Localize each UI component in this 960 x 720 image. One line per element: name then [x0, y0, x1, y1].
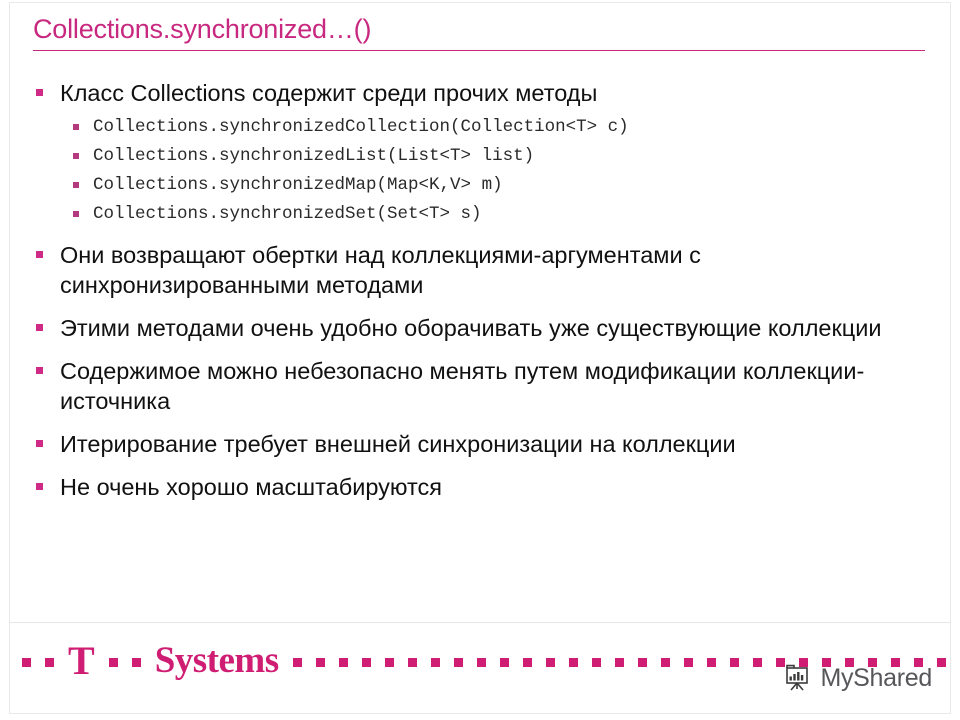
page-title: Collections.synchronized…() — [33, 14, 372, 44]
logo-dot-icon — [131, 657, 141, 667]
bullet-text: Этими методами очень удобно оборачивать … — [60, 315, 882, 341]
bullet-square-icon — [73, 153, 79, 159]
logo-dot-icon — [22, 657, 31, 667]
logo-dot-icon — [591, 657, 601, 667]
bullet-square-icon — [36, 324, 43, 331]
logo-t-letter: T — [68, 638, 95, 683]
bullet-text: Они возвращают обертки над коллекциями-а… — [60, 242, 701, 298]
bullet-square-icon — [73, 124, 79, 130]
logo-dot-icon — [614, 657, 624, 667]
code-line: Collections.synchronizedList(List<T> lis… — [93, 146, 535, 166]
bullet-text: Итерирование требует внешней синхронизац… — [60, 431, 736, 457]
list-item: Не очень хорошо масштабируются — [33, 472, 928, 502]
logo-dot-icon — [660, 657, 670, 667]
bullet-square-icon — [36, 440, 43, 447]
list-item: Collections.synchronizedMap(Map<K,V> m) — [71, 172, 928, 198]
logo-dot-icon — [476, 657, 486, 667]
bullet-list: Класс Collections содержит среди прочих … — [33, 78, 928, 502]
logo-dot-icon — [637, 657, 647, 667]
presentation-board-icon — [786, 664, 809, 691]
logo-dot-icon — [453, 657, 463, 667]
list-item: Collections.synchronizedList(List<T> lis… — [71, 143, 928, 169]
code-sublist: Collections.synchronizedCollection(Colle… — [60, 114, 928, 227]
bullet-square-icon — [36, 89, 43, 96]
list-item: Этими методами очень удобно оборачивать … — [33, 313, 928, 343]
code-line: Collections.synchronizedSet(Set<T> s) — [93, 204, 482, 224]
myshared-watermark: MyShared — [783, 663, 932, 693]
bullet-text: Класс Collections содержит среди прочих … — [60, 80, 598, 106]
logo-dot-icon — [522, 657, 532, 667]
bullet-square-icon — [36, 251, 43, 258]
list-item: Итерирование требует внешней синхронизац… — [33, 429, 928, 459]
logo-dot-icon — [338, 657, 348, 667]
code-line: Collections.synchronizedMap(Map<K,V> m) — [93, 175, 503, 195]
slide: Collections.synchronized…() Класс Collec… — [0, 0, 960, 720]
logo-dot-icon — [292, 657, 302, 667]
logo-wordmark: Systems — [154, 640, 279, 681]
bullet-square-icon — [36, 367, 43, 374]
logo-dot-icon — [683, 657, 693, 667]
list-item: Collections.synchronizedSet(Set<T> s) — [71, 201, 928, 227]
logo-dot-icon — [706, 657, 716, 667]
list-item: Collections.synchronizedCollection(Colle… — [71, 114, 928, 140]
logo-dot-icon — [499, 657, 509, 667]
logo-dot-icon — [752, 657, 762, 667]
list-item: Они возвращают обертки над коллекциями-а… — [33, 240, 928, 300]
logo-dot-icon — [568, 657, 578, 667]
bullet-text: Не очень хорошо масштабируются — [60, 474, 442, 500]
slide-content: Класс Collections содержит среди прочих … — [33, 78, 928, 502]
bullet-text: Содержимое можно небезопасно менять путе… — [60, 358, 865, 414]
bullet-square-icon — [73, 182, 79, 188]
logo-dot-icon — [936, 657, 946, 667]
logo-dot-icon — [45, 657, 54, 667]
slide-footer: T Systems MyShared — [10, 623, 950, 719]
logo-dot-icon — [729, 657, 739, 667]
logo-dot-icon — [430, 657, 440, 667]
bullet-square-icon — [73, 211, 79, 217]
code-line: Collections.synchronizedCollection(Colle… — [93, 117, 629, 137]
watermark-label: MyShared — [820, 663, 932, 692]
title-underline — [33, 50, 925, 51]
logo-dot-icon — [407, 657, 417, 667]
logo-dot-icon — [108, 657, 118, 667]
logo-dot-icon — [545, 657, 555, 667]
logo-dot-icon — [384, 657, 394, 667]
logo-dot-icon — [361, 657, 371, 667]
slide-title-area: Collections.synchronized…() — [33, 14, 925, 51]
list-item: Класс Collections содержит среди прочих … — [33, 78, 928, 227]
bullet-square-icon — [36, 483, 43, 490]
list-item: Содержимое можно небезопасно менять путе… — [33, 356, 928, 416]
logo-dot-icon — [315, 657, 325, 667]
